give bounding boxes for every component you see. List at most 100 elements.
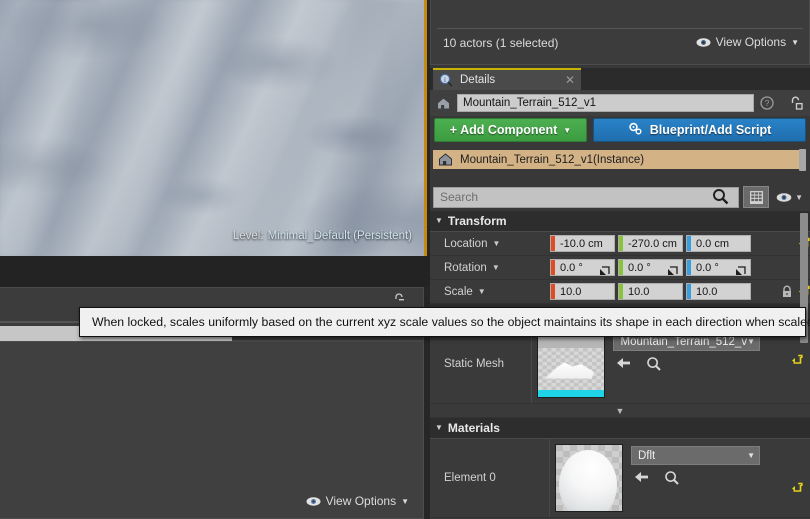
chevron-down-icon: ▼ — [795, 192, 803, 202]
svg-text:i: i — [444, 76, 446, 84]
world-outliner-footer: 10 actors (1 selected) View Options ▼ — [430, 0, 810, 65]
section-materials-title: Materials — [447, 421, 500, 435]
scale-label: Scale — [444, 285, 473, 298]
rotation-y-field[interactable]: 0.0 ° — [618, 259, 683, 276]
rotation-label: Rotation — [444, 261, 487, 274]
rotation-label-group[interactable]: Rotation ▼ — [430, 262, 550, 274]
scale-lock-tooltip: When locked, scales uniformly based on t… — [79, 307, 810, 337]
add-component-button[interactable]: + Add Component ▼ — [434, 118, 587, 142]
material-asset-column: Dflt ▼ — [631, 444, 782, 512]
unreal-editor-window: Level:Minimal_Default (Persistent) ▾ — [0, 0, 810, 519]
rotation-z-field[interactable]: 0.0 ° — [686, 259, 751, 276]
outliner-view-options-label: View Options — [715, 35, 787, 49]
location-y-field[interactable]: -270.0 cm — [618, 235, 683, 252]
location-z-field[interactable]: 0.0 cm — [686, 235, 751, 252]
actor-count-label: 10 actors (1 selected) — [443, 36, 559, 50]
static-mesh-expand-strip[interactable]: ▼ — [430, 404, 810, 418]
scale-z-field[interactable]: 10.0 — [686, 283, 751, 300]
gears-icon — [628, 122, 643, 139]
location-y-value: -270.0 cm — [628, 237, 677, 250]
help-circle-icon[interactable]: ? — [760, 96, 774, 110]
chevron-down-icon: ▼ — [477, 287, 486, 296]
property-row-element-0: Element 0 Dflt ▼ — [430, 439, 810, 518]
chevron-down-icon: ▼ — [491, 263, 500, 272]
find-in-browser-icon[interactable] — [646, 356, 662, 372]
level-label-key: Level: — [232, 230, 264, 242]
terrain-render — [0, 0, 424, 256]
scale-label-group[interactable]: Scale ▼ — [430, 286, 550, 298]
blueprint-add-script-button[interactable]: Blueprint/Add Script — [593, 118, 806, 142]
section-materials-header[interactable]: ▼ Materials — [430, 418, 810, 439]
browse-back-arrow-icon[interactable] — [634, 470, 650, 486]
scale-lock-icon[interactable] — [781, 285, 793, 298]
search-input[interactable] — [433, 186, 740, 208]
rotation-drag-handle-icon[interactable] — [736, 263, 746, 275]
chevron-down-icon: ▼ — [563, 125, 572, 135]
rotation-y-value: 0.0 ° — [628, 261, 651, 274]
section-transform-header[interactable]: ▼ Transform — [430, 211, 810, 232]
blueprint-label: Blueprint/Add Script — [649, 123, 772, 137]
property-list: ▼ Transform Location ▼ -10.0 cm -270.0 c — [430, 211, 810, 519]
outliner-separator — [437, 28, 803, 29]
add-component-label: Add Component — [460, 123, 558, 137]
rotation-drag-handle-icon[interactable] — [668, 263, 678, 275]
details-search-row: ▼ — [430, 185, 810, 209]
browse-back-arrow-icon[interactable] — [616, 356, 632, 372]
location-label: Location — [444, 237, 488, 250]
details-action-buttons: + Add Component ▼ Blueprint/Add Script — [430, 118, 810, 144]
location-x-field[interactable]: -10.0 cm — [550, 235, 615, 252]
thumbnail-type-bar — [538, 390, 605, 397]
svg-text:?: ? — [765, 98, 770, 108]
find-in-browser-icon[interactable] — [664, 470, 680, 486]
level-viewport[interactable]: Level: Minimal_Default (Persistent) — [0, 0, 427, 256]
tab-details-label: Details — [460, 74, 496, 86]
right-panel-column: 10 actors (1 selected) View Options ▼ i — [430, 0, 810, 519]
close-icon[interactable]: ✕ — [565, 74, 575, 86]
eye-icon — [306, 496, 321, 506]
scale-x-field[interactable]: 10.0 — [550, 283, 615, 300]
bottom-view-options-label: View Options — [325, 494, 397, 508]
actor-home-icon — [436, 96, 451, 111]
instance-scrollbar[interactable] — [799, 149, 806, 171]
chevron-down-icon: ▼ — [492, 239, 501, 248]
details-tab-row: i Details ✕ — [430, 68, 810, 90]
search-magnifier-icon[interactable] — [712, 188, 729, 205]
scale-z-value: 10.0 — [696, 285, 718, 298]
actor-name-row: ? — [430, 90, 810, 116]
location-fields: -10.0 cm -270.0 cm 0.0 cm — [550, 235, 790, 252]
grid-view-icon[interactable] — [743, 186, 770, 208]
static-mesh-asset-column: Mountain_Terrain_512_v ▼ — [613, 330, 782, 398]
material-sphere-thumbnail[interactable] — [555, 444, 623, 512]
tab-details[interactable]: i Details ✕ — [433, 68, 581, 90]
outliner-view-options-button[interactable]: View Options ▼ — [696, 35, 799, 49]
bottom-view-options-button[interactable]: View Options ▼ — [306, 494, 409, 508]
chevron-down-icon: ▼ — [791, 37, 799, 47]
static-mesh-tools — [613, 356, 782, 372]
level-label-value: Minimal_Default (Persistent) — [267, 230, 412, 242]
rotation-drag-handle-icon[interactable] — [600, 263, 610, 275]
details-view-options-button[interactable]: ▼ — [776, 192, 803, 203]
lock-open-icon[interactable] — [788, 95, 804, 111]
material-reset-icon[interactable] — [790, 444, 804, 512]
chevron-down-icon: ▼ — [435, 422, 443, 432]
chevron-down-icon: ▼ — [435, 215, 443, 225]
chevron-down-icon: ▼ — [401, 496, 409, 506]
actor-home-icon — [438, 152, 453, 167]
element-0-value-group: Dflt ▼ — [550, 439, 810, 517]
terrain-mesh-thumbnail[interactable] — [537, 330, 606, 398]
material-asset-name: Dflt — [638, 449, 656, 462]
component-instance-row[interactable]: Mountain_Terrain_512_v1(Instance) — [433, 150, 802, 169]
level-label: Level: Minimal_Default (Persistent) — [233, 230, 412, 242]
expand-more-icon: ▼ — [615, 405, 625, 416]
eye-icon — [696, 37, 711, 47]
location-z-value: 0.0 cm — [696, 237, 730, 250]
material-asset-dropdown[interactable]: Dflt ▼ — [631, 446, 760, 465]
location-label-group[interactable]: Location ▼ — [430, 238, 550, 250]
scale-y-field[interactable]: 10.0 — [618, 283, 683, 300]
chevron-down-icon: ▼ — [747, 337, 755, 346]
property-row-scale: Scale ▼ 10.0 10.0 10.0 — [430, 280, 810, 304]
rotation-x-field[interactable]: 0.0 ° — [550, 259, 615, 276]
actor-name-input[interactable] — [457, 94, 754, 112]
details-magnifier-icon: i — [439, 73, 453, 87]
element-0-label: Element 0 — [430, 439, 550, 517]
